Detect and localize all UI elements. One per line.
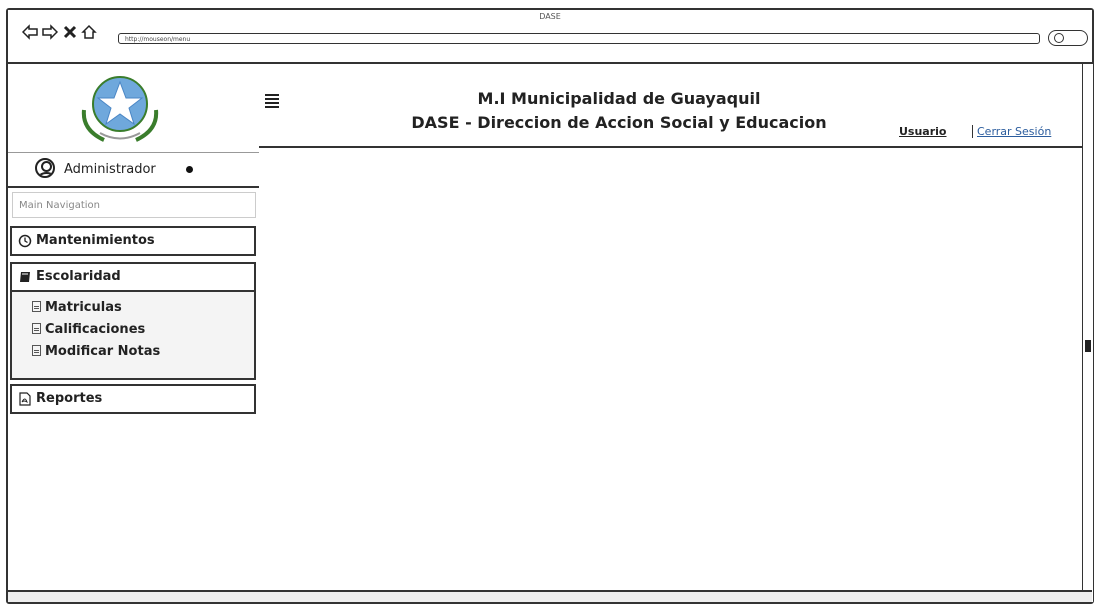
back-arrow-icon[interactable]	[22, 24, 38, 40]
page-header: M.I Municipalidad de Guayaquil DASE - Di…	[259, 64, 1092, 148]
page-subtitle: DASE - Direccion de Accion Social y Educ…	[411, 113, 827, 132]
main-content: M.I Municipalidad de Guayaquil DASE - Di…	[259, 64, 1093, 602]
close-icon[interactable]	[62, 24, 78, 40]
logo-area	[8, 64, 259, 153]
address-bar[interactable]: http://mouseon/menu	[118, 33, 1040, 44]
scrollbar-thumb[interactable]	[1085, 340, 1091, 352]
document-icon	[32, 323, 41, 334]
menu-label-escolaridad: Escolaridad	[36, 269, 121, 284]
status-bar	[8, 590, 1092, 602]
browser-window: DASE http://mouseon/menu Administrador M…	[6, 8, 1094, 604]
window-title: DASE	[539, 12, 561, 21]
user-name: Administrador	[64, 162, 156, 177]
submenu-item-modificar-notas[interactable]: Modificar Notas	[32, 342, 160, 362]
escolaridad-submenu: Matriculas Calificaciones Modificar Nota…	[10, 292, 256, 380]
vertical-scrollbar[interactable]	[1082, 64, 1093, 602]
menu-label-reportes: Reportes	[36, 391, 103, 406]
user-avatar-icon	[35, 158, 55, 178]
menu-item-mantenimientos[interactable]: Mantenimientos	[10, 226, 256, 256]
submenu-label: Matriculas	[45, 300, 122, 315]
menu-item-escolaridad[interactable]: Escolaridad	[10, 262, 256, 292]
pdf-icon	[19, 392, 31, 406]
book-icon	[20, 272, 30, 282]
user-link[interactable]: Usuario	[899, 125, 947, 138]
home-icon[interactable]	[81, 24, 97, 40]
menu-item-reportes[interactable]: Reportes	[10, 384, 256, 414]
municipal-seal-icon	[81, 76, 159, 142]
search-icon	[1054, 33, 1064, 43]
browser-titlebar: DASE http://mouseon/menu	[8, 10, 1092, 64]
page-title: M.I Municipalidad de Guayaquil	[477, 89, 761, 108]
submenu-item-calificaciones[interactable]: Calificaciones	[32, 320, 145, 340]
browser-search[interactable]	[1048, 30, 1088, 46]
submenu-label: Modificar Notas	[45, 344, 161, 359]
document-icon	[32, 301, 41, 312]
online-status-dot	[186, 166, 193, 173]
menu-label-mantenimientos: Mantenimientos	[36, 233, 155, 248]
nav-header: Main Navigation	[12, 192, 256, 218]
submenu-label: Calificaciones	[45, 322, 146, 337]
logout-link[interactable]: Cerrar Sesión	[972, 125, 1051, 138]
submenu-item-matriculas[interactable]: Matriculas	[32, 298, 122, 318]
user-panel: Administrador	[8, 152, 259, 188]
sidebar: Administrador Main Navigation Mantenimie…	[8, 64, 261, 602]
document-icon	[32, 345, 41, 356]
clock-icon	[18, 234, 32, 248]
forward-arrow-icon[interactable]	[42, 24, 58, 40]
